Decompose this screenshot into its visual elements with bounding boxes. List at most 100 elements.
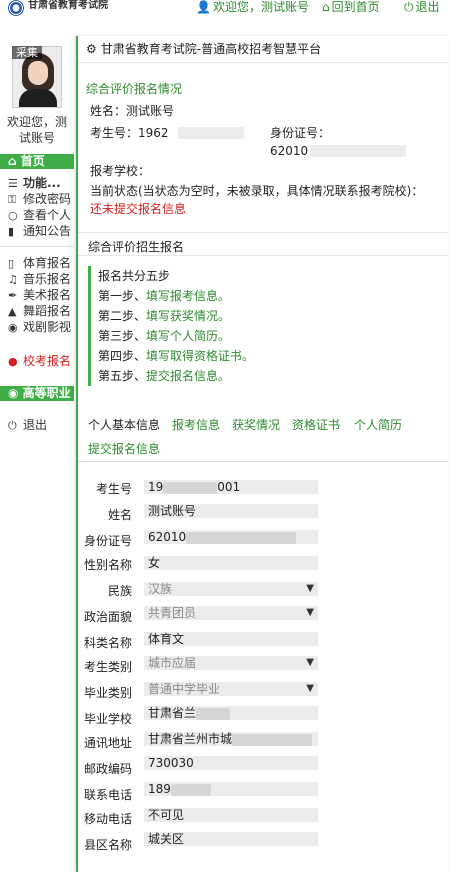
label-ethnicity: 民族 — [107, 584, 132, 598]
tab-resume[interactable]: 个人简历 — [354, 418, 402, 432]
label-postal-code: 邮政编码 — [83, 762, 132, 776]
key-icon: ⚿ — [8, 193, 17, 206]
dropdown-arrow-icon: ▼ — [306, 683, 314, 694]
select-ethnicity[interactable]: 汉族 ▼ — [144, 582, 318, 596]
label-exam-no: 考生号 — [95, 482, 132, 496]
step-3: 第三步、填写个人简历。 — [98, 329, 231, 343]
summary-status-value: 还未提交报名信息 — [90, 202, 187, 216]
field-mobile[interactable]: 不可见 — [144, 808, 318, 822]
user-icon: ○ — [8, 209, 18, 222]
step-2-link[interactable]: 填写获奖情况。 — [146, 309, 230, 323]
summary-exam-no: 考生号：1962 — [90, 126, 169, 140]
summary-status-label: 当前状态(当状态为空时，未被录取，具体情况联系报考院校)： — [90, 184, 424, 198]
select-political-status[interactable]: 共青团员 ▼ — [144, 606, 318, 620]
home-icon: ⌂ — [322, 0, 330, 14]
label-gender: 性别名称 — [83, 558, 132, 572]
sidebar-item-logout[interactable]: ⏻ 退出 — [8, 418, 74, 433]
label-district: 县区名称 — [83, 838, 132, 852]
sidebar-welcome: 欢迎您，测 试账号 — [6, 115, 67, 145]
sidebar: 采集 欢迎您，测 试账号 ⌂ 首页 ☰ 功能... ⚿ 修改密码 ○ 查看个人 ▮ 通知… — [0, 40, 74, 872]
power-icon: ⏻ — [8, 419, 17, 432]
step-4-link[interactable]: 填写取得资格证书。 — [146, 349, 254, 363]
registration-title: 综合评价招生报名 — [88, 240, 185, 254]
field-name[interactable]: 测试账号 — [144, 504, 318, 518]
step-5-link[interactable]: 提交报名信息。 — [146, 369, 230, 383]
field-subject[interactable]: 体育文 — [144, 632, 318, 646]
label-mobile: 移动电话 — [83, 812, 132, 826]
field-district[interactable]: 城关区 — [144, 832, 318, 846]
sidebar-item-music[interactable]: ♫ 音乐报名 — [8, 272, 74, 287]
summary-name: 姓名：测试账号 — [90, 104, 175, 118]
steps-list: 报名共分五步 第一步、填写报考信息。 第二步、填写获奖情况。 第三步、填写个人简… — [88, 266, 358, 386]
summary-id-label: 身份证号： — [270, 126, 331, 140]
globe-icon: ◉ — [8, 386, 19, 400]
field-id-number[interactable]: 62010 — [144, 530, 318, 544]
institution-logo-icon — [8, 0, 24, 16]
tabs-divider — [78, 461, 448, 462]
tab-submit[interactable]: 提交报名信息 — [88, 442, 160, 456]
sidebar-item-sports[interactable]: ▯ 体育报名 — [8, 256, 74, 271]
user-icon: 👤 — [196, 0, 211, 14]
page-title: ⚙ 甘肃省教育考试院-普通高校招考智慧平台 — [86, 42, 322, 56]
field-gender[interactable]: 女 — [144, 556, 318, 570]
home-icon: ⌂ — [8, 154, 17, 168]
label-political-status: 政治面貌 — [83, 610, 132, 624]
tab-basic-info[interactable]: 个人基本信息 — [88, 418, 160, 432]
sidebar-item-notices[interactable]: ▮ 通知公告 — [8, 224, 74, 239]
sidebar-item-school-exam[interactable]: ● 校考报名 — [8, 354, 74, 369]
tab-certificates[interactable]: 资格证书 — [292, 418, 340, 432]
brush-icon: ✒ — [8, 289, 18, 302]
mobile-icon: ▯ — [8, 257, 15, 270]
power-icon: ⏻ — [404, 0, 414, 14]
dropdown-arrow-icon: ▼ — [306, 657, 314, 668]
gauge-icon: ● — [8, 355, 18, 368]
field-exam-no[interactable]: 19 001 — [144, 480, 318, 494]
logout-link[interactable]: ⏻ 退出 — [404, 0, 440, 14]
label-id-number: 身份证号 — [83, 534, 132, 548]
step-4: 第四步、填写取得资格证书。 — [98, 349, 255, 363]
sidebar-item-home[interactable]: ⌂ 首页 — [0, 154, 74, 169]
header-divider — [78, 62, 448, 63]
step-3-link[interactable]: 填写个人简历。 — [146, 329, 230, 343]
masked-exam-no — [178, 127, 244, 139]
masked-id-number — [310, 145, 406, 157]
sidebar-item-view-profile[interactable]: ○ 查看个人 — [8, 208, 74, 223]
summary-school: 报考学校： — [90, 164, 151, 178]
label-candidate-type: 考生类别 — [83, 660, 132, 674]
step-2: 第二步、填写获奖情况。 — [98, 309, 231, 323]
summary-id-value: 62010 — [270, 144, 309, 158]
tab-awards[interactable]: 获奖情况 — [232, 418, 280, 432]
registration-header: 综合评价招生报名 — [78, 232, 448, 256]
logo-text: 甘肃省教育考试院 — [28, 0, 108, 11]
select-candidate-type[interactable]: 城市应届 ▼ — [144, 656, 318, 670]
welcome-user-link[interactable]: 👤 欢迎您，测试账号 — [196, 0, 309, 14]
sidebar-item-dance[interactable]: ▲ 舞蹈报名 — [8, 304, 74, 319]
sidebar-item-change-password[interactable]: ⚿ 修改密码 — [8, 192, 74, 207]
sidebar-function-group[interactable]: ☰ 功能... — [8, 176, 74, 191]
avatar-collect-badge[interactable]: 采集 — [12, 46, 42, 59]
step-1-link[interactable]: 填写报考信息。 — [146, 289, 230, 303]
sidebar-item-art[interactable]: ✒ 美术报名 — [8, 288, 74, 303]
label-subject: 科类名称 — [83, 636, 132, 650]
field-phone[interactable]: 189 — [144, 782, 318, 796]
film-icon: ◉ — [8, 321, 18, 334]
label-graduation-type: 毕业类别 — [83, 686, 132, 700]
field-address[interactable]: 甘肃省兰州市城 — [144, 732, 318, 746]
dropdown-arrow-icon: ▼ — [306, 607, 314, 618]
tab-apply-info[interactable]: 报考信息 — [172, 418, 220, 432]
sidebar-item-drama[interactable]: ◉ 戏剧影视 — [8, 320, 74, 335]
dropdown-arrow-icon: ▼ — [306, 583, 314, 594]
music-icon: ♫ — [8, 273, 18, 286]
sidebar-item-higher-vocational[interactable]: ◉ 高等职业 — [0, 386, 74, 401]
step-1: 第一步、填写报考信息。 — [98, 289, 231, 303]
dance-icon: ▲ — [8, 305, 17, 318]
label-address: 通讯地址 — [83, 736, 132, 750]
field-school[interactable]: 甘肃省兰 — [144, 706, 318, 720]
home-link[interactable]: ⌂ 回到首页 — [322, 0, 380, 14]
file-icon: ▮ — [8, 225, 15, 238]
steps-intro: 报名共分五步 — [98, 269, 171, 283]
select-graduation-type[interactable]: 普通中学毕业 ▼ — [144, 682, 318, 696]
gear-icon: ⚙ — [86, 42, 97, 56]
summary-title: 综合评价报名情况 — [86, 82, 183, 96]
field-postal-code[interactable]: 730030 — [144, 756, 318, 770]
